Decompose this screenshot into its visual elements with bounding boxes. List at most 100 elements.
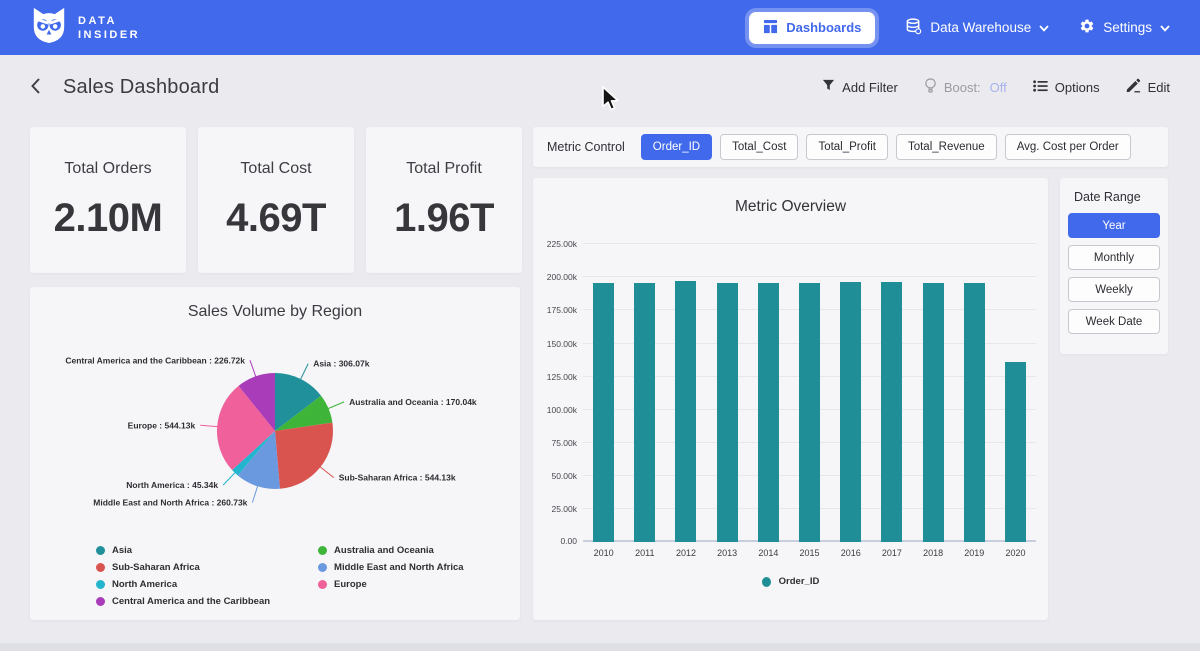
options-button[interactable]: Options xyxy=(1033,80,1100,95)
x-axis-labels: 2010201120122013201420152016201720182019… xyxy=(583,548,1036,558)
y-tick-label: 50.00k xyxy=(537,471,577,481)
nav-settings[interactable]: Settings xyxy=(1079,18,1170,37)
kpi-value: 1.96T xyxy=(394,196,494,241)
date-button-week-date[interactable]: Week Date xyxy=(1068,309,1160,334)
x-tick-label: 2016 xyxy=(830,548,871,558)
x-tick-label: 2020 xyxy=(995,548,1036,558)
legend-label: Middle East and North Africa xyxy=(334,562,464,573)
legend-label: Sub-Saharan Africa xyxy=(112,562,200,573)
y-tick-label: 175.00k xyxy=(537,305,577,315)
pie-legend-column: Asia Sub-Saharan Africa North America Centr… xyxy=(96,545,270,607)
bar-2013[interactable] xyxy=(717,283,738,542)
metric-control-label: Metric Control xyxy=(547,140,625,154)
boost-status: Off xyxy=(990,80,1007,95)
x-tick-label: 2019 xyxy=(954,548,995,558)
legend-item[interactable]: North America xyxy=(96,579,270,590)
page-title: Sales Dashboard xyxy=(63,76,219,99)
legend-dot xyxy=(96,546,105,555)
legend-label: Order_ID xyxy=(779,576,820,587)
bar-2012[interactable] xyxy=(675,281,696,542)
edit-button[interactable]: Edit xyxy=(1126,78,1170,96)
pie-callout-line xyxy=(200,425,219,426)
chevron-down-icon xyxy=(1039,20,1049,35)
bar-2010[interactable] xyxy=(593,283,614,542)
page-header: Sales Dashboard Add Filter Boost:Off xyxy=(0,55,1200,119)
pie-callout-line xyxy=(250,360,256,378)
y-tick-label: 200.00k xyxy=(537,272,577,282)
x-tick-label: 2014 xyxy=(748,548,789,558)
bar-2018[interactable] xyxy=(923,283,944,542)
y-tick-label: 25.00k xyxy=(537,504,577,514)
pie-callout-label: Europe : 544.13k xyxy=(128,420,196,430)
pie-callout-line xyxy=(327,402,344,409)
bar-plot: 0.0025.00k50.00k75.00k100.00k125.00k150.… xyxy=(583,235,1036,542)
chevron-left-icon xyxy=(30,77,41,98)
x-tick-label: 2010 xyxy=(583,548,624,558)
x-tick-label: 2015 xyxy=(789,548,830,558)
bar-2017[interactable] xyxy=(881,282,902,542)
kpi-value: 4.69T xyxy=(226,196,326,241)
metric-button-avg-cost-per-order[interactable]: Avg. Cost per Order xyxy=(1005,134,1131,160)
metric-button-order-id[interactable]: Order_ID xyxy=(641,134,712,160)
nav-data-warehouse[interactable]: Data Warehouse xyxy=(905,18,1049,38)
date-button-weekly[interactable]: Weekly xyxy=(1068,277,1160,302)
pie-chart-title: Sales Volume by Region xyxy=(30,303,520,321)
legend-item[interactable]: Australia and Oceania xyxy=(318,545,464,556)
kpi-card-total-orders: Total Orders 2.10M xyxy=(30,127,186,273)
footer-strip xyxy=(0,643,1200,651)
bar-2019[interactable] xyxy=(964,283,985,542)
pie-callout-line xyxy=(252,485,258,503)
bar-2020[interactable] xyxy=(1005,362,1026,542)
boost-toggle[interactable]: Boost:Off xyxy=(924,78,1007,96)
date-button-monthly[interactable]: Monthly xyxy=(1068,245,1160,270)
pie-callout-label: Middle East and North Africa : 260.73k xyxy=(93,498,247,508)
bar-2011[interactable] xyxy=(634,283,655,542)
pie-callout-label: North America : 45.34k xyxy=(126,480,218,490)
date-range-label: Date Range xyxy=(1074,190,1160,204)
nav-dashboards[interactable]: Dashboards xyxy=(749,12,875,44)
legend-dot xyxy=(96,580,105,589)
app-logo[interactable]: DATA INSIDER xyxy=(30,5,140,50)
pie-legend-column: Australia and Oceania Middle East and Nor… xyxy=(318,545,464,607)
bar-2014[interactable] xyxy=(758,283,779,542)
pie-slice-2[interactable] xyxy=(275,423,333,489)
pie-callout-label: Central America and the Caribbean : 226.… xyxy=(65,355,245,365)
nav-data-warehouse-label: Data Warehouse xyxy=(930,20,1031,35)
y-tick-label: 75.00k xyxy=(537,438,577,448)
legend-item[interactable]: Asia xyxy=(96,545,270,556)
kpi-card-total-cost: Total Cost 4.69T xyxy=(198,127,354,273)
date-button-year[interactable]: Year xyxy=(1068,213,1160,238)
legend-dot xyxy=(318,546,327,555)
legend-label: North America xyxy=(112,579,177,590)
metric-button-total-revenue[interactable]: Total_Revenue xyxy=(896,134,997,160)
bar-slot xyxy=(913,235,954,542)
legend-dot xyxy=(96,563,105,572)
database-icon xyxy=(905,18,922,38)
legend-dot xyxy=(318,563,327,572)
legend-item[interactable]: Sub-Saharan Africa xyxy=(96,562,270,573)
bar-chart-legend[interactable]: Order_ID xyxy=(533,576,1048,587)
y-tick-label: 125.00k xyxy=(537,372,577,382)
metric-button-total-profit[interactable]: Total_Profit xyxy=(806,134,888,160)
pie-callout-line xyxy=(300,364,308,381)
legend-label: Asia xyxy=(112,545,132,556)
kpi-label: Total Orders xyxy=(64,160,151,178)
metric-button-total-cost[interactable]: Total_Cost xyxy=(720,134,798,160)
back-button[interactable] xyxy=(30,77,41,98)
bar-chart-title: Metric Overview xyxy=(533,198,1048,216)
y-tick-label: 0.00 xyxy=(537,536,577,546)
owl-logo-icon xyxy=(30,5,68,50)
legend-item[interactable]: Central America and the Caribbean xyxy=(96,596,270,607)
legend-item[interactable]: Middle East and North Africa xyxy=(318,562,464,573)
x-tick-label: 2018 xyxy=(913,548,954,558)
legend-dot xyxy=(318,580,327,589)
bar-2015[interactable] xyxy=(799,283,820,542)
legend-item[interactable]: Europe xyxy=(318,579,464,590)
pie-callout-label: Sub-Saharan Africa : 544.13k xyxy=(339,473,456,483)
pie-chart: Asia : 306.07kAustralia and Oceania : 17… xyxy=(30,323,520,543)
top-navigation: Dashboards Data Warehouse xyxy=(749,12,1170,44)
add-filter-button[interactable]: Add Filter xyxy=(822,79,898,95)
bar-slot xyxy=(707,235,748,542)
x-tick-label: 2017 xyxy=(871,548,912,558)
bar-2016[interactable] xyxy=(840,282,861,542)
